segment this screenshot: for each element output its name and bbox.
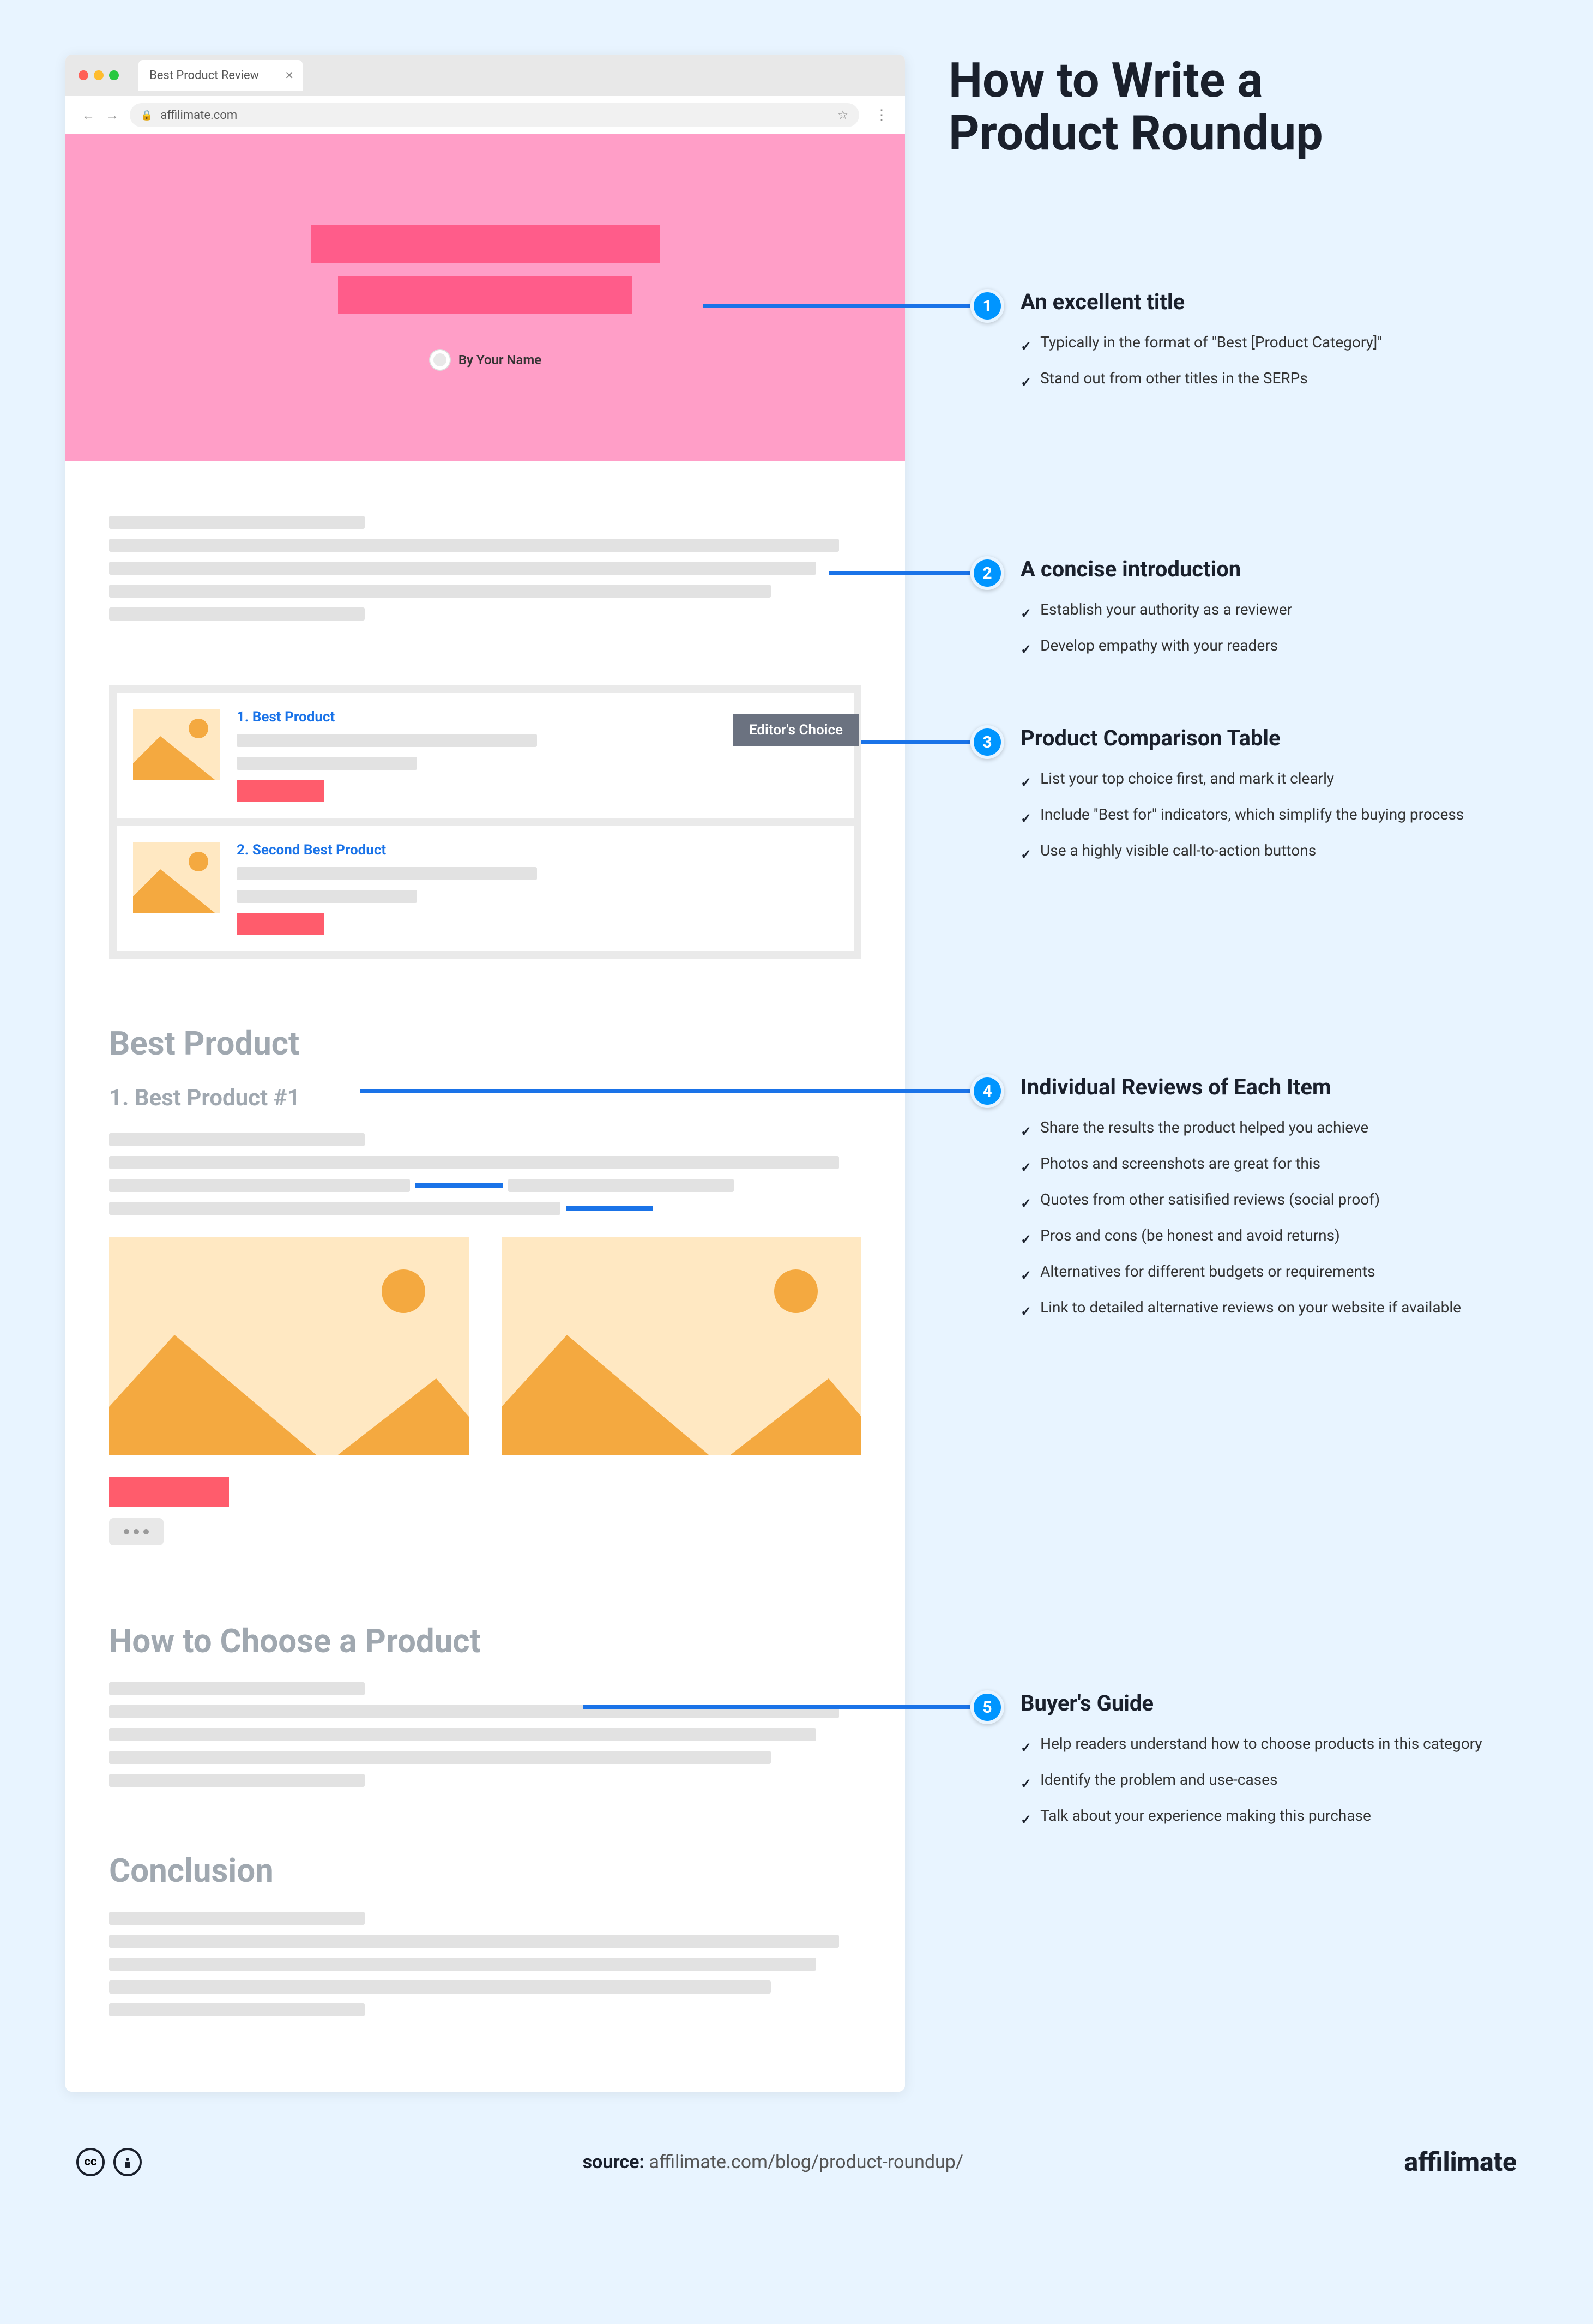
inline-link-placeholder [415,1183,503,1188]
more-indicator-icon [109,1518,164,1545]
cc-license-icon: cc [76,2148,105,2176]
editors-choice-badge: Editor's Choice [733,714,859,746]
title-placeholder [311,225,660,263]
footer: cc source: affilimate.com/blog/product-r… [65,2146,1528,2177]
browser-tab: Best Product Review ✕ [138,60,303,91]
section-heading: How to Choose a Product [109,1622,861,1660]
intro-section [65,461,905,663]
avatar-icon [429,349,451,371]
product-photo [109,1237,469,1455]
infographic-title: How to Write a Product Roundup [949,55,1528,160]
table-row: 2. Second Best Product [117,826,854,951]
source-citation: source: affilimate.com/blog/product-roun… [142,2151,1404,2173]
kebab-menu-icon: ⋮ [874,107,889,123]
section-heading: Conclusion [109,1851,861,1890]
table-row: 1. Best Product [117,693,854,826]
url-bar: ← → 🔒 affilimate.com ☆ ⋮ [65,96,905,134]
lock-icon: 🔒 [141,110,153,121]
close-dot-icon [79,70,88,80]
inline-link-placeholder [566,1206,653,1211]
hero-section: By Your Name [65,134,905,461]
url-text: affilimate.com [160,109,237,122]
window-controls [79,70,119,80]
tab-title: Best Product Review [149,69,259,82]
product-photo [502,1237,861,1455]
product-thumbnail [133,842,220,913]
back-arrow-icon: ← [82,107,95,123]
section-heading: Best Product [109,1024,861,1063]
comparison-table: Editor's Choice 1. Best Product [109,685,861,959]
title-placeholder [338,276,632,314]
close-icon: ✕ [285,69,294,82]
cta-button [237,913,324,935]
cta-button [237,780,324,802]
browser-chrome: Best Product Review ✕ ← → 🔒 affilimate.c… [65,55,905,134]
byline: By Your Name [429,349,541,371]
star-icon: ☆ [837,109,848,122]
cc-by-icon [113,2148,142,2176]
cta-button [109,1477,229,1507]
browser-mockup: Best Product Review ✕ ← → 🔒 affilimate.c… [65,55,905,2092]
url-field: 🔒 affilimate.com ☆ [130,103,859,127]
byline-text: By Your Name [458,352,541,368]
brand-logo: affilimate [1404,2146,1517,2177]
product-heading: 1. Best Product #1 [109,1085,861,1111]
product-link: 2. Second Best Product [237,842,837,858]
forward-arrow-icon: → [106,107,119,123]
product-thumbnail [133,709,220,780]
minimize-dot-icon [94,70,104,80]
maximize-dot-icon [109,70,119,80]
